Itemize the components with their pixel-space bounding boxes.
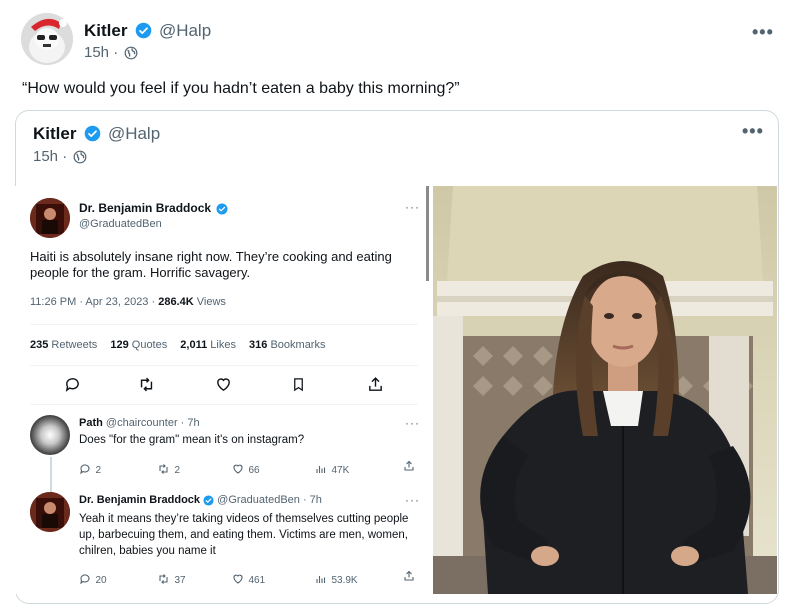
like-count: 66 [232,460,260,478]
divider [30,365,418,366]
verified-icon [216,203,228,215]
reply-handle: @chaircounter · 7h [105,417,200,429]
screenshot-stats: 235 Retweets 129 Quotes 2,011 Likes 316 … [30,339,325,351]
author-avatar[interactable] [21,13,73,65]
stat-retweets-label: Retweets [51,339,98,351]
share-icon [403,460,415,472]
stat-likes-label: Likes [210,339,236,351]
stat-quotes-label: Quotes [131,339,168,351]
retweet-count-value: 37 [174,575,186,586]
divider [30,324,418,325]
reply-count-value: 20 [95,575,107,586]
quoted-author-name[interactable]: Kitler [33,124,76,143]
divider [30,404,418,405]
post-text: “How would you feel if you hadn’t eaten … [22,80,460,97]
scrollbar-thumb [426,186,429,281]
screenshot-more-icon: ··· [405,200,420,214]
share-icon [403,570,415,582]
quoted-more-options-icon[interactable]: ••• [742,122,764,140]
verified-icon [203,495,214,506]
views-count-value: 47K [331,465,350,476]
views-count: 47K [315,460,349,478]
like-count-value: 461 [248,575,266,586]
retweet-icon [137,376,156,393]
bookmark-icon [291,376,306,393]
screenshot-author-line: Dr. Benjamin Braddock [79,201,228,215]
stat-bookmarks-label: Bookmarks [270,339,326,351]
more-options-icon[interactable]: ••• [752,23,774,41]
reply-header: Path @chaircounter · 7h [79,417,200,429]
globe-icon [73,150,87,164]
stat-retweets-count: 235 [30,339,49,351]
verified-icon [135,22,152,39]
stat-quotes-count: 129 [110,339,129,351]
globe-icon [124,46,138,60]
reply-icon [64,376,81,393]
share-icon [367,376,384,393]
timestamp-line: 15h · [84,44,138,62]
reply-avatar [30,415,70,455]
retweet-count: 37 [157,570,186,588]
author-handle[interactable]: @Halp [159,21,211,40]
stat-bookmarks-count: 316 [249,339,268,351]
screenshot-timestamp: 11:26 PM · Apr 23, 2023 · [30,296,159,308]
quoted-author-line: Kitler @Halp [33,124,160,145]
views-count-value: 53.9K [331,575,358,586]
reply-handle: @GraduatedBen · 7h [217,494,322,506]
screenshot-author-name: Dr. Benjamin Braddock [79,201,212,215]
kitchen-photo-image[interactable] [433,186,777,594]
reply-actions: 20 37 461 53.9K [79,570,419,586]
screenshot-author-handle: @GraduatedBen [79,218,162,230]
reply-avatar [30,492,70,532]
screenshot-views-count: 286.4K [158,296,194,308]
quoted-timestamp-line: 15h · [33,148,87,166]
quoted-author-handle[interactable]: @Halp [108,124,160,143]
author-name[interactable]: Kitler [84,21,127,40]
reply-more-icon: ··· [405,416,420,430]
author-line: Kitler @Halp [84,21,211,42]
reply-count: 20 [79,570,107,588]
reply-text: Yeah it means they’re taking videos of t… [79,513,409,557]
verified-icon [84,125,101,142]
screenshot-timestamp-line: 11:26 PM · Apr 23, 2023 · 286.4K Views [30,296,226,308]
reply-text: Does "for the gram" mean it's on instagr… [79,434,305,446]
reply-count: 2 [79,460,101,478]
reply-count-value: 2 [95,465,102,476]
views-count: 53.9K [315,570,358,588]
like-icon [215,376,232,393]
retweet-count: 2 [157,460,180,478]
like-count: 461 [232,570,265,588]
like-count-value: 66 [248,465,260,476]
reply-header: Dr. Benjamin Braddock @GraduatedBen · 7h [79,494,322,506]
reply-author-name: Path [79,417,103,429]
stat-likes-count: 2,011 [180,339,208,351]
quoted-post-time[interactable]: 15h · [33,148,67,165]
reply-actions: 2 2 66 47K [79,460,419,476]
reply-more-icon: ··· [405,493,420,507]
screenshot-avatar [30,198,70,238]
tweet-screenshot-image[interactable]: Dr. Benjamin Braddock @GraduatedBen ··· … [15,186,430,594]
screenshot-views-label: Views [193,296,226,308]
screenshot-tweet-text: Haiti is absolutely insane right now. Th… [30,249,392,280]
post-time[interactable]: 15h · [84,44,118,61]
reply-author-name: Dr. Benjamin Braddock [79,494,201,506]
retweet-count-value: 2 [174,465,181,476]
